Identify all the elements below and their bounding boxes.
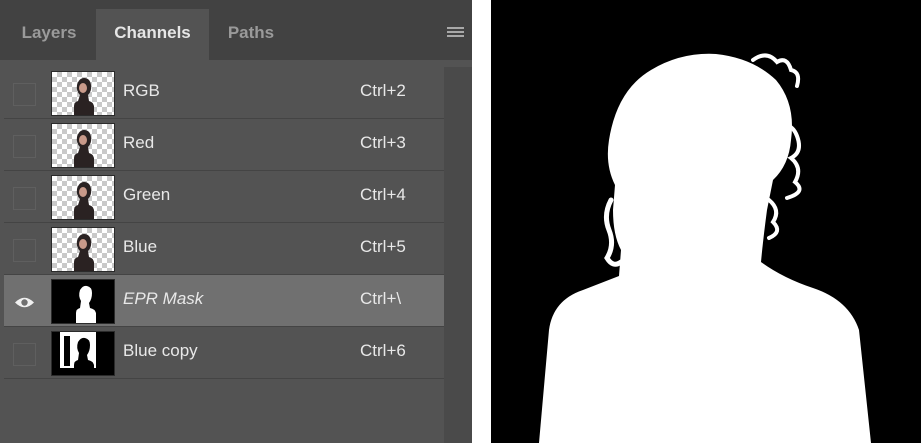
portrait-figure: [74, 234, 94, 271]
channel-list: RGB Ctrl+2 Red Ctrl+3 Green Ctrl+4 Blue …: [4, 67, 444, 379]
channel-shortcut: Ctrl+3: [360, 133, 406, 152]
visibility-toggle[interactable]: [13, 135, 36, 158]
portrait-figure: [74, 78, 94, 115]
channel-shortcut: Ctrl+2: [360, 81, 406, 100]
silhouette-image: [539, 53, 871, 444]
channel-thumbnail: [51, 175, 115, 220]
channel-thumbnail: [51, 331, 115, 376]
channel-name: RGB: [123, 81, 160, 100]
channel-name: Green: [123, 185, 171, 204]
channels-panel: Layers Channels Paths RGB Ctrl+2 Red Ctr…: [0, 0, 472, 443]
channel-shortcut: Ctrl+\: [360, 289, 402, 308]
channel-name: EPR Mask: [123, 289, 204, 308]
mask-preview: [491, 0, 921, 444]
channel-row-blue[interactable]: Blue Ctrl+5: [4, 223, 444, 275]
channel-row-epr-mask[interactable]: EPR Mask Ctrl+\: [4, 275, 444, 327]
visibility-toggle[interactable]: [13, 343, 36, 366]
channel-name: Red: [123, 133, 155, 152]
panel-scrollbar[interactable]: [444, 67, 472, 443]
hamburger-icon[interactable]: [447, 27, 464, 38]
channel-name: Blue: [123, 237, 158, 256]
portrait-figure: [74, 130, 94, 167]
channel-row-red[interactable]: Red Ctrl+3: [4, 119, 444, 171]
visibility-toggle[interactable]: [13, 239, 36, 262]
panel-tab-bar: Layers Channels Paths: [0, 0, 472, 60]
tab-channels[interactable]: Channels: [96, 9, 209, 60]
channel-thumbnail: [51, 123, 115, 168]
channel-thumbnail: [51, 227, 115, 272]
channel-thumbnail: [51, 71, 115, 116]
portrait-figure: [74, 182, 94, 219]
channel-row-rgb[interactable]: RGB Ctrl+2: [4, 67, 444, 119]
visibility-toggle[interactable]: [13, 83, 36, 106]
visibility-toggle[interactable]: [13, 187, 36, 210]
channel-thumbnail: [51, 279, 115, 324]
eye-icon[interactable]: [13, 291, 36, 314]
channel-name: Blue copy: [123, 341, 198, 360]
tab-paths[interactable]: Paths: [211, 9, 291, 60]
channel-row-green[interactable]: Green Ctrl+4: [4, 171, 444, 223]
channel-shortcut: Ctrl+5: [360, 237, 406, 256]
channel-row-blue-copy[interactable]: Blue copy Ctrl+6: [4, 327, 444, 379]
channel-shortcut: Ctrl+6: [360, 341, 406, 360]
tab-layers[interactable]: Layers: [4, 9, 94, 60]
channel-shortcut: Ctrl+4: [360, 185, 406, 204]
